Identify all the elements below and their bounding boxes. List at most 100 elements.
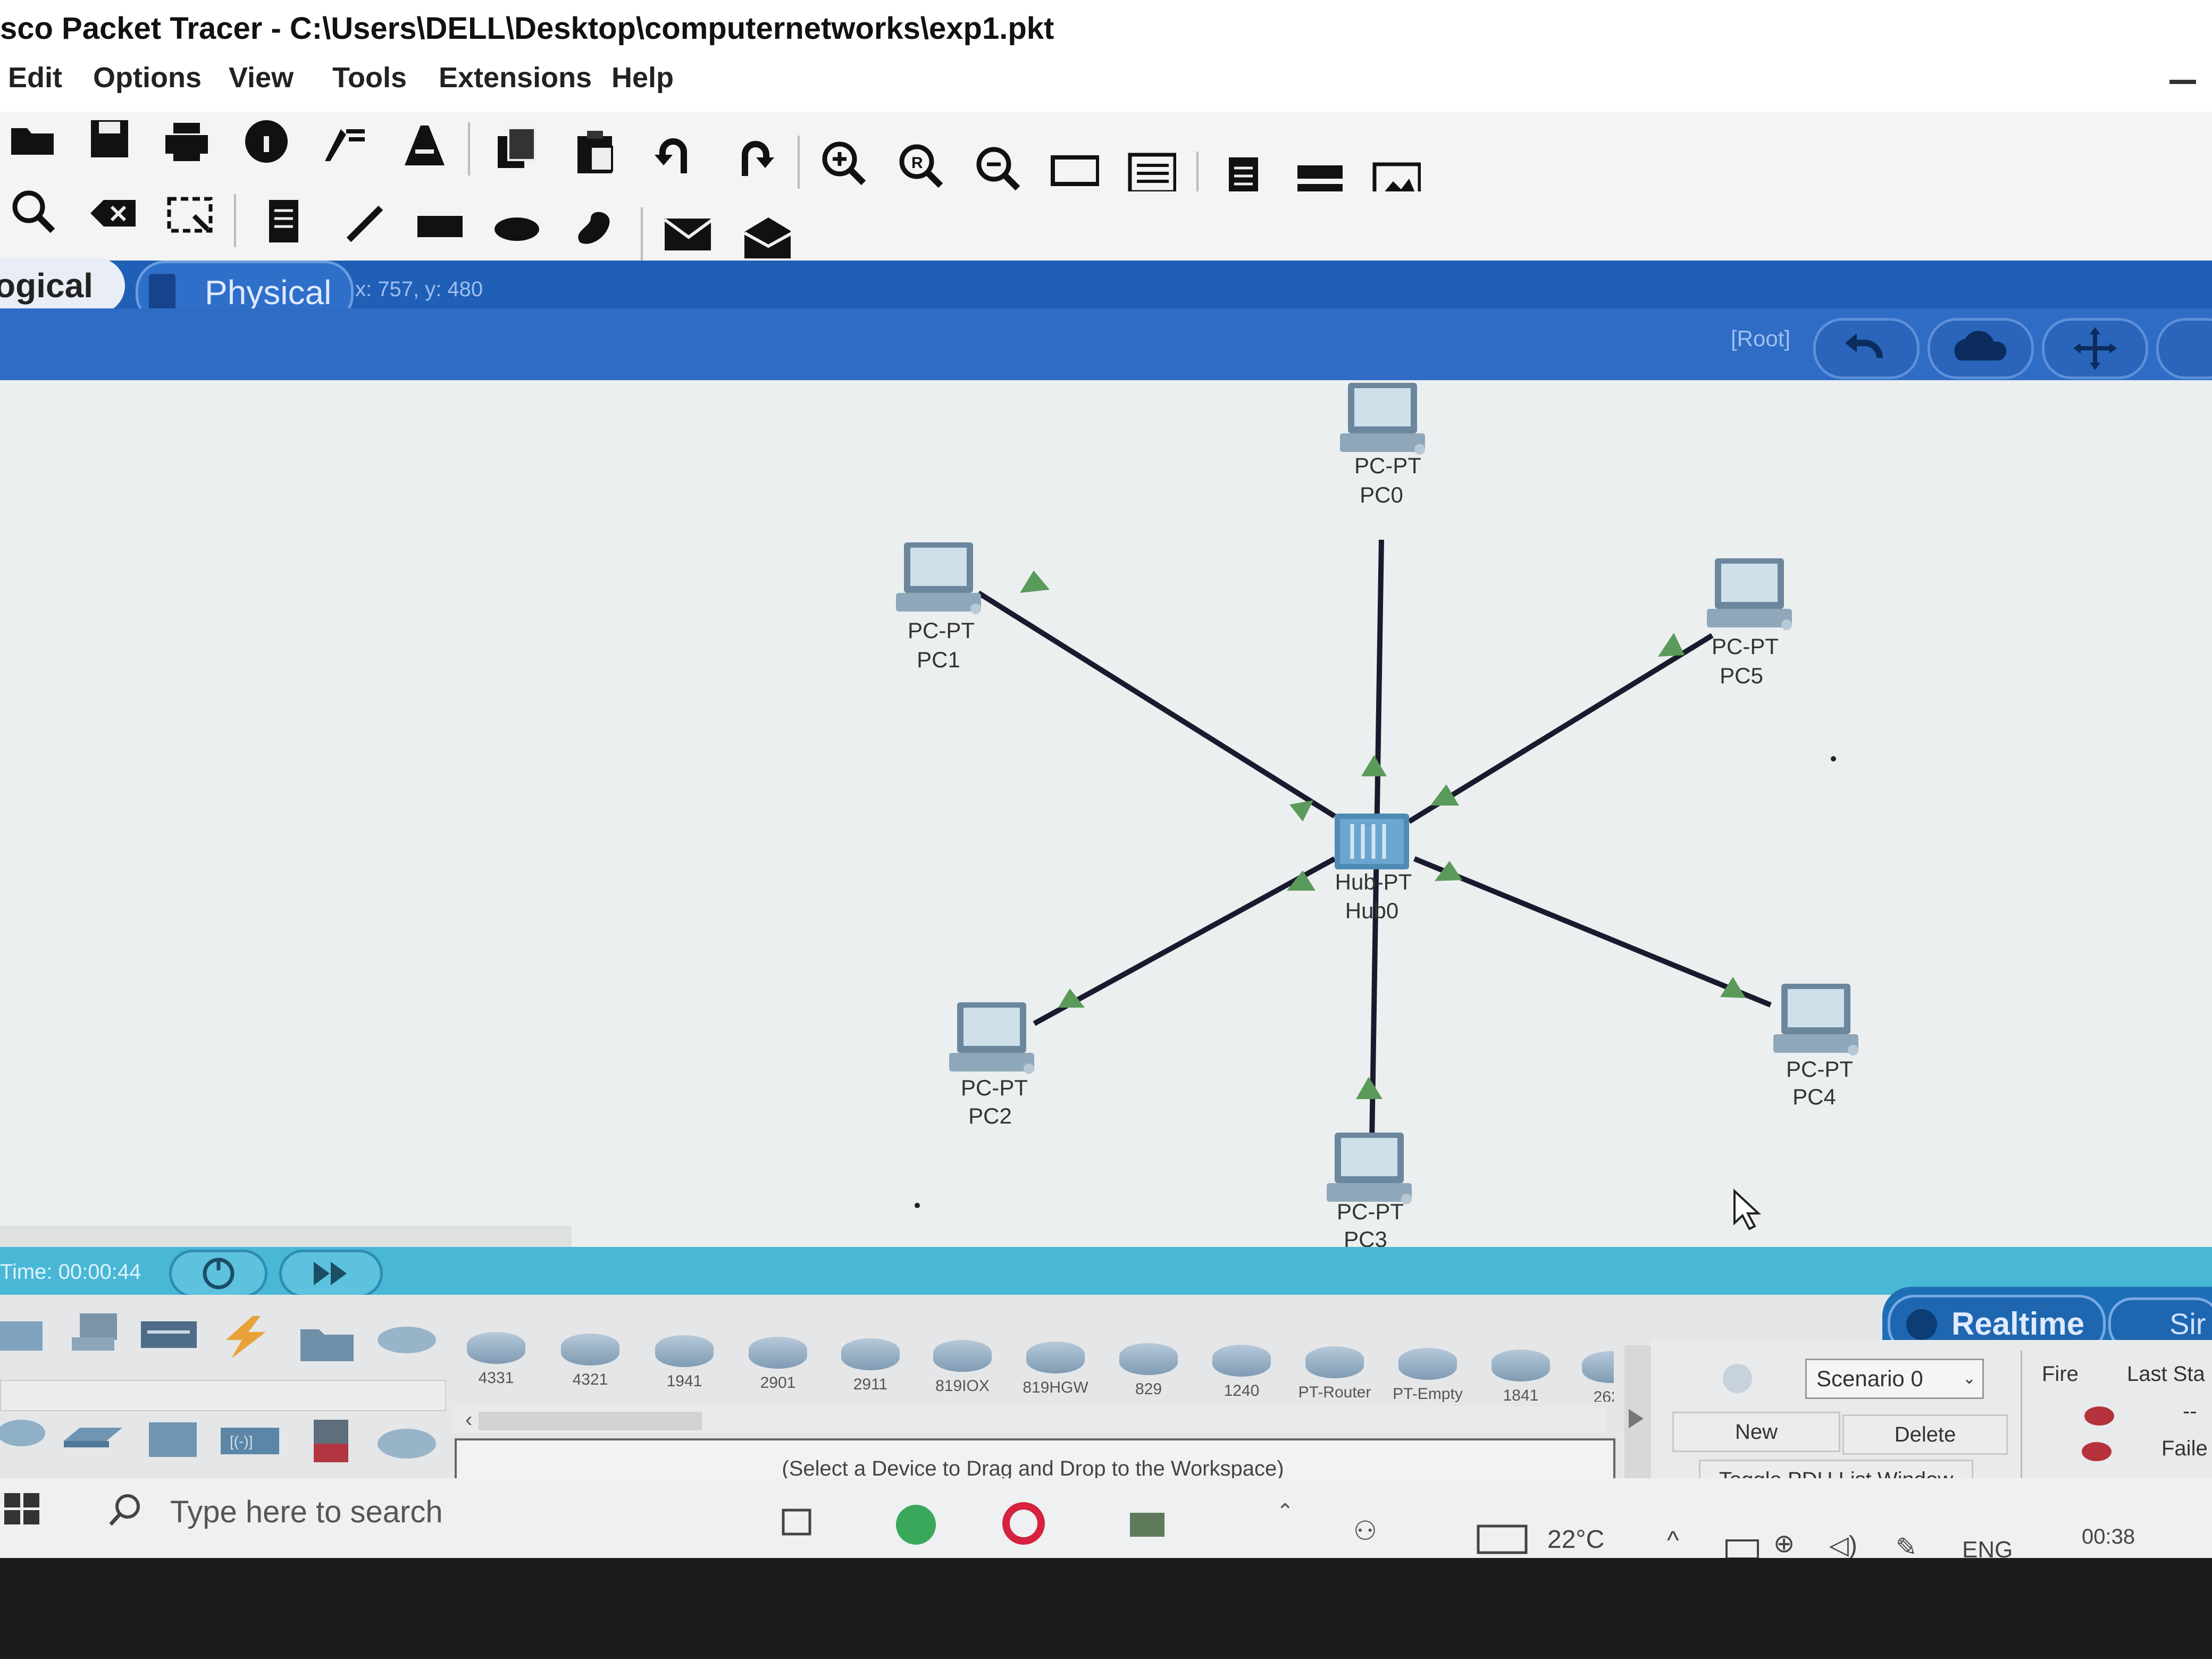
security-icon[interactable] [303, 1417, 362, 1465]
redo-icon[interactable] [728, 133, 777, 182]
router-pt-router[interactable]: PT-Router [1298, 1333, 1371, 1401]
taskbar-search-input[interactable]: Type here to search [170, 1494, 443, 1530]
packet-tracer-taskbar-icon[interactable] [1127, 1510, 1170, 1545]
people-icon[interactable]: ⚇ [1353, 1515, 1377, 1546]
router-4321[interactable]: 4321 [556, 1320, 625, 1388]
back-button[interactable] [1813, 318, 1920, 379]
volume-icon[interactable]: ◁) [1829, 1530, 1857, 1558]
switches-icon[interactable] [61, 1414, 122, 1462]
language-indicator[interactable]: ENG [1962, 1537, 2013, 1558]
device-list-scroll-thumb[interactable] [479, 1412, 702, 1430]
root-breadcrumb[interactable]: [Root] [1731, 326, 1790, 351]
menu-extensions[interactable]: Extensions [439, 61, 592, 94]
select-search-icon[interactable] [8, 186, 57, 235]
router-1941[interactable]: 1941 [650, 1322, 719, 1390]
logical-workspace[interactable]: PC-PT PC0 PC-PT PC1 PC-PT PC5 PC-PT PC2 … [0, 380, 2212, 1247]
scenario-select[interactable]: Scenario 0 ⌄ [1805, 1359, 1984, 1399]
resize-shape-icon[interactable] [165, 191, 214, 240]
router-2911[interactable]: 2911 [836, 1325, 905, 1393]
open-folder-icon[interactable] [8, 114, 57, 163]
custom-device-dialog-icon[interactable] [1127, 149, 1176, 198]
hubs-icon[interactable] [144, 1417, 202, 1465]
menu-help[interactable]: Help [611, 61, 674, 94]
add-simple-pdu-icon[interactable] [662, 210, 711, 259]
weather-icon[interactable] [1476, 1523, 1529, 1558]
chevron-up-icon[interactable]: ⌃ [1276, 1499, 1294, 1524]
delete-scenario-button[interactable]: Delete [1842, 1414, 2008, 1455]
info-icon[interactable] [242, 117, 291, 166]
whatsapp-icon[interactable] [896, 1505, 936, 1545]
paste-icon[interactable] [572, 128, 621, 177]
fire-status-dot[interactable] [2084, 1406, 2114, 1426]
multiuser-icon[interactable] [375, 1321, 436, 1369]
link-pc1-hub[interactable] [977, 590, 1336, 819]
menu-edit[interactable]: Edit [8, 61, 62, 94]
category-scroll[interactable] [0, 1380, 446, 1411]
zoom-in-icon[interactable] [819, 138, 868, 187]
network-devices-icon[interactable] [0, 1311, 58, 1359]
scroll-left-icon[interactable]: ‹ [465, 1408, 472, 1432]
print-icon[interactable] [162, 117, 211, 166]
place-note-icon[interactable] [261, 197, 309, 246]
fire-status-dot[interactable] [2082, 1442, 2112, 1461]
add-complex-pdu-icon[interactable] [742, 213, 791, 262]
hub0-device[interactable] [1332, 811, 1414, 872]
copy-icon[interactable] [492, 125, 541, 174]
power-cycle-button[interactable] [169, 1250, 267, 1297]
components-icon[interactable] [141, 1316, 199, 1364]
connections-icon[interactable] [215, 1313, 274, 1361]
save-icon[interactable] [85, 114, 134, 163]
pen-icon[interactable]: ✎ [1896, 1532, 1917, 1558]
freeform-icon[interactable] [569, 205, 618, 254]
viewport-button[interactable] [2156, 318, 2212, 379]
router-829[interactable]: 829 [1114, 1330, 1183, 1398]
router-819iox[interactable]: 819IOX [928, 1327, 997, 1395]
routers-icon[interactable] [0, 1409, 58, 1457]
pc4-device[interactable] [1771, 981, 1861, 1061]
zoom-out-icon[interactable] [973, 144, 1022, 192]
search-icon[interactable] [106, 1492, 144, 1531]
menu-tools[interactable]: Tools [332, 61, 407, 94]
new-scenario-button[interactable]: New [1672, 1412, 1840, 1452]
link-pc4-hub[interactable] [1413, 856, 1772, 1008]
draw-ellipse-icon[interactable] [492, 205, 541, 254]
custom-device-icon[interactable] [399, 120, 448, 169]
tab-logical[interactable]: ogical [0, 258, 125, 314]
link-pc5-hub[interactable] [1407, 633, 1714, 824]
task-view-icon[interactable] [779, 1507, 816, 1542]
cluster-cloud-button[interactable] [1928, 318, 2034, 379]
show-hidden-icons-icon[interactable]: ^ [1667, 1526, 1679, 1555]
end-devices-icon[interactable] [64, 1308, 122, 1356]
pc5-device[interactable] [1704, 556, 1795, 635]
fast-forward-button[interactable] [279, 1250, 383, 1297]
drawing-palette-icon[interactable] [1050, 146, 1099, 195]
router-4331[interactable]: 4331 [462, 1319, 531, 1387]
undo-icon[interactable] [651, 130, 700, 179]
pc1-device[interactable] [893, 540, 984, 619]
wireless-devices-icon[interactable]: [(-)] [218, 1417, 279, 1465]
wan-emulation-icon[interactable] [375, 1422, 436, 1470]
move-object-button[interactable] [2042, 318, 2148, 379]
clock-time[interactable]: 00:38 [2082, 1525, 2135, 1549]
activity-wizard-icon[interactable] [319, 118, 368, 167]
router-1240[interactable]: 1240 [1207, 1331, 1276, 1400]
delete-icon[interactable] [88, 189, 137, 238]
opera-icon[interactable] [1002, 1502, 1045, 1545]
router-pt-empty[interactable]: PT-Empty [1393, 1335, 1463, 1403]
pc0-device[interactable] [1337, 380, 1428, 460]
zoom-reset-icon[interactable]: R [896, 141, 945, 190]
draw-line-icon[interactable] [340, 199, 389, 248]
router-819hgw[interactable]: 819HGW [1021, 1328, 1090, 1396]
draw-rectangle-icon[interactable] [415, 202, 464, 251]
pc2-device[interactable] [946, 1000, 1037, 1079]
menu-view[interactable]: View [229, 61, 294, 94]
minimize-icon[interactable] [2169, 80, 2196, 84]
network-globe-icon[interactable]: ⊕ [1773, 1529, 1795, 1558]
misc-icon[interactable] [298, 1319, 356, 1367]
menu-options[interactable]: Options [93, 61, 202, 94]
router-2620[interactable]: 2620 [1577, 1338, 1614, 1402]
router-2901[interactable]: 2901 [743, 1323, 812, 1392]
windows-start-icon[interactable] [4, 1493, 40, 1525]
expand-panel-icon[interactable] [1629, 1409, 1644, 1428]
workspace-scrollbar[interactable] [0, 1226, 572, 1247]
